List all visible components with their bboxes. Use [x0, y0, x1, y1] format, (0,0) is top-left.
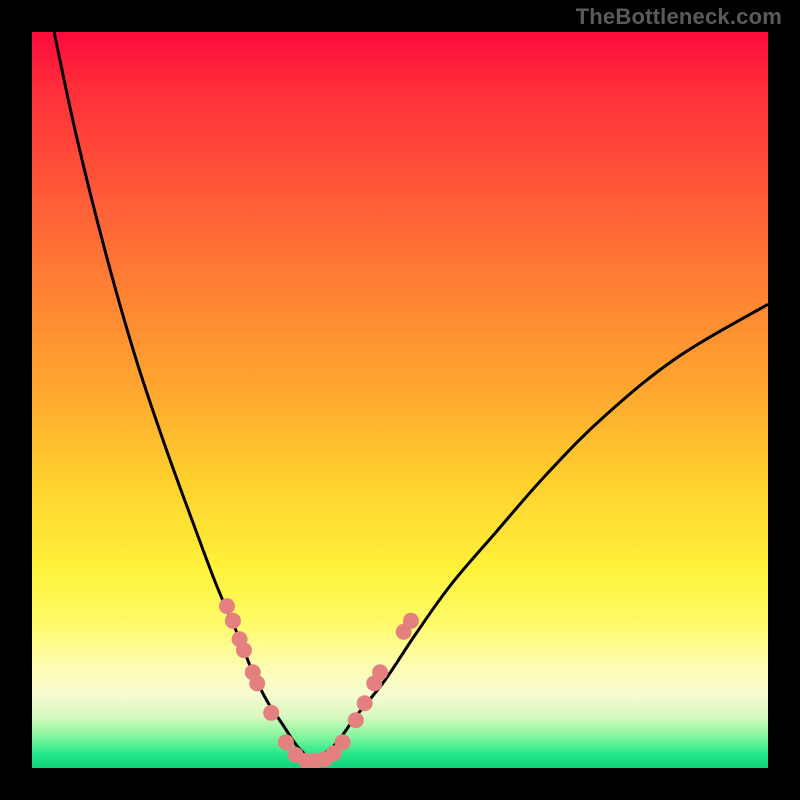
- data-marker: [249, 675, 265, 691]
- curve-layer: [32, 32, 768, 768]
- data-marker: [219, 598, 235, 614]
- curve-left: [54, 32, 312, 761]
- data-marker: [263, 705, 279, 721]
- data-marker: [278, 734, 294, 750]
- data-marker: [335, 734, 351, 750]
- data-marker: [372, 664, 388, 680]
- data-marker: [403, 613, 419, 629]
- left-branch-path: [54, 32, 312, 761]
- data-marker: [357, 695, 373, 711]
- plot-area: [32, 32, 768, 768]
- chart-frame: TheBottleneck.com: [0, 0, 800, 800]
- right-branch-path: [312, 304, 768, 760]
- data-marker: [236, 642, 252, 658]
- markers-group: [219, 598, 419, 768]
- data-marker: [348, 712, 364, 728]
- curve-right: [312, 304, 768, 760]
- watermark-text: TheBottleneck.com: [576, 4, 782, 30]
- data-marker: [225, 613, 241, 629]
